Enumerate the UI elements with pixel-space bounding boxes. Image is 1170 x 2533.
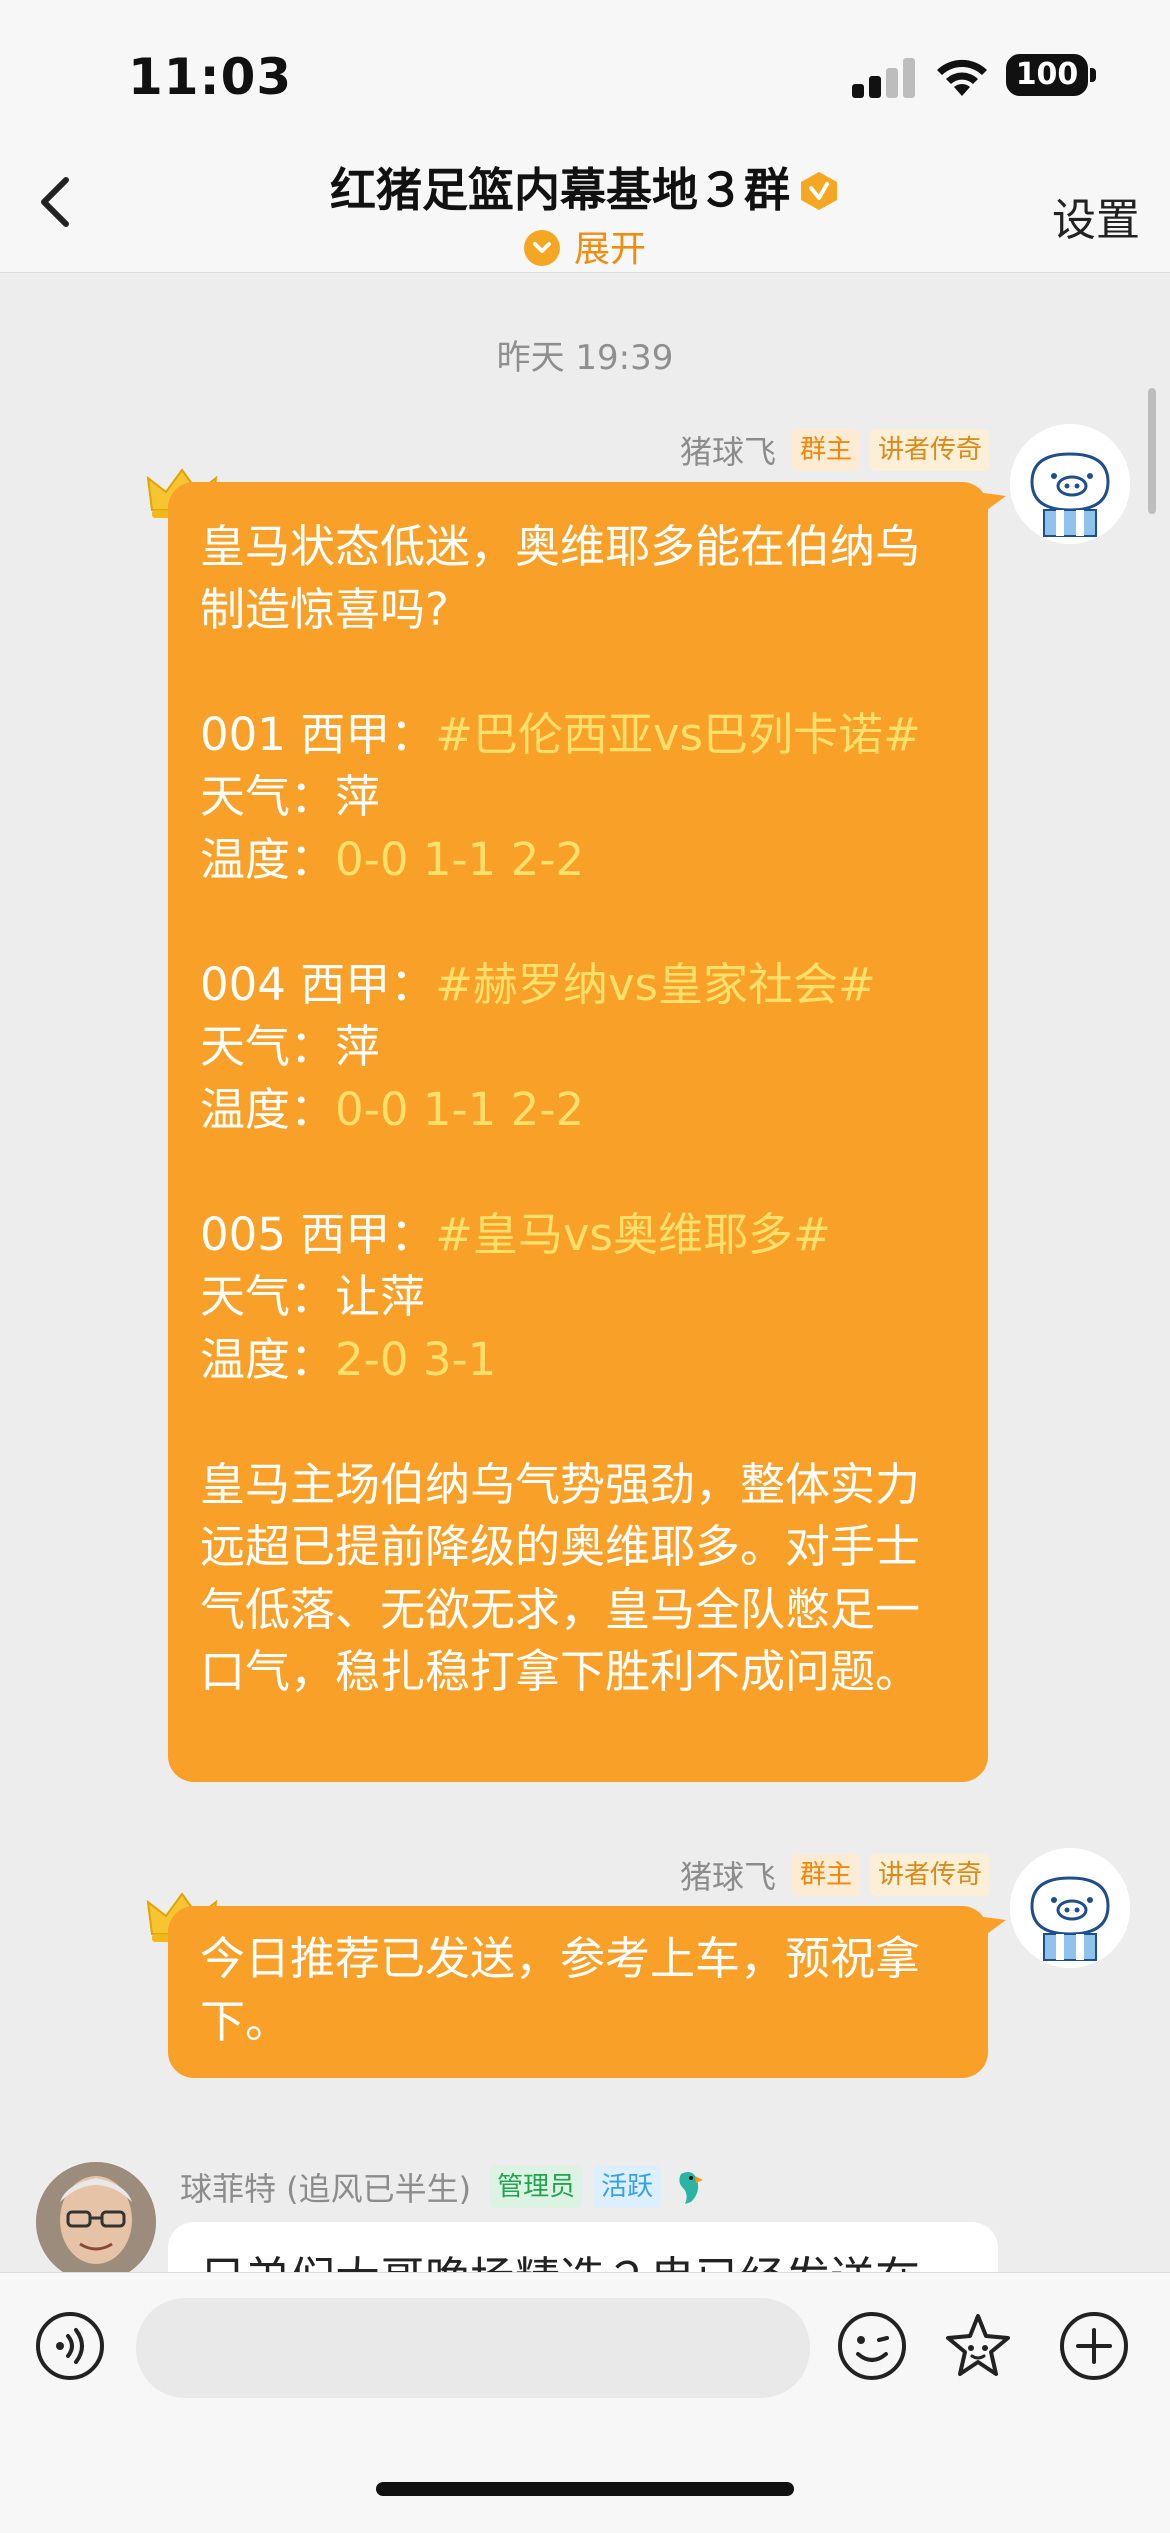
topic-hashtag-text[interactable]: 0-0 1-1 2-2 bbox=[335, 1083, 584, 1136]
legend-tag: 讲者传奇 bbox=[869, 1854, 990, 1896]
message-input[interactable] bbox=[136, 2298, 810, 2398]
admin-tag: 管理员 bbox=[489, 2166, 584, 2208]
settings-button[interactable]: 设置 bbox=[1052, 184, 1140, 248]
plus-icon[interactable] bbox=[1058, 2310, 1130, 2382]
pig-avatar-icon bbox=[1010, 1848, 1130, 1968]
star-sticker-icon[interactable] bbox=[942, 2310, 1014, 2382]
bubble-tail bbox=[976, 492, 1006, 518]
message-text: 005 西甲： bbox=[200, 1207, 436, 1261]
emoji-icon[interactable] bbox=[836, 2310, 908, 2382]
message-bubble[interactable]: 皇马状态低迷，奥维耶多能在伯纳乌制造惊喜吗? 001 西甲：#巴伦西亚vs巴列卡… bbox=[168, 482, 988, 1782]
topic-hashtag-text[interactable]: 2-0 3-1 bbox=[335, 1333, 496, 1386]
topic-hashtag-text[interactable]: #皇马vs奥维耶多# bbox=[435, 1208, 831, 1261]
expand-label: 展开 bbox=[573, 229, 646, 270]
avatar[interactable] bbox=[1010, 424, 1130, 544]
scrollbar[interactable] bbox=[1148, 388, 1156, 514]
person-avatar-icon bbox=[36, 2162, 156, 2282]
owner-tag: 群主 bbox=[791, 429, 860, 471]
cellular-signal-icon bbox=[852, 58, 916, 98]
owner-tag: 群主 bbox=[791, 1854, 860, 1896]
message-text: 今日推荐已发送，参考上车，预祝拿下。 bbox=[200, 1932, 921, 2048]
message-bubble[interactable]: 今日推荐已发送，参考上车，预祝拿下。 bbox=[168, 1906, 988, 2078]
pig-avatar-icon bbox=[1010, 424, 1130, 544]
parrot-icon bbox=[679, 2172, 704, 2204]
avatar[interactable] bbox=[1010, 1848, 1130, 1968]
message-text: 皇马主场伯纳乌气势强劲，整体实力远超已提前降级的奥维耶多。对手士气低落、无欲无求… bbox=[200, 1457, 921, 1699]
status-time: 11:03 bbox=[128, 48, 293, 106]
group-title: 红猪足篮内幕基地３群 bbox=[330, 163, 790, 217]
expand-button[interactable]: 展开 bbox=[0, 220, 1170, 272]
sender-name: 猪球飞 bbox=[679, 433, 776, 471]
chat-title-area[interactable]: 红猪足篮内幕基地３群 bbox=[0, 150, 1170, 220]
sender-row: 猪球飞 群主 讲者传奇 bbox=[680, 1852, 990, 1898]
sender-name: 猪球飞 bbox=[679, 1858, 776, 1896]
home-indicator bbox=[376, 2482, 794, 2496]
topic-hashtag-text[interactable]: #巴伦西亚vs巴列卡诺# bbox=[435, 708, 921, 761]
verified-badge-icon bbox=[801, 172, 837, 210]
message-timestamp: 昨天 19:39 bbox=[496, 338, 674, 378]
status-bar: 11:03 100 bbox=[0, 0, 1170, 150]
sender-row: 猪球飞 群主 讲者传奇 bbox=[680, 427, 990, 473]
battery-icon: 100 bbox=[1006, 54, 1088, 96]
topic-hashtag-text[interactable]: #赫罗纳vs皇家社会# bbox=[435, 958, 876, 1011]
sender-row: 球菲特 (追风已半生) 管理员 活跃 bbox=[180, 2164, 705, 2210]
battery-tip bbox=[1090, 68, 1096, 82]
sender-name: 球菲特 (追风已半生) bbox=[180, 2170, 472, 2208]
nav-bar: 红猪足篮内幕基地３群 展开 设置 bbox=[0, 150, 1170, 273]
wifi-icon bbox=[937, 59, 987, 96]
voice-icon[interactable] bbox=[34, 2310, 106, 2382]
bubble-tail bbox=[976, 1916, 1006, 1942]
message-text: 004 西甲： bbox=[200, 957, 436, 1011]
chevron-down-icon bbox=[523, 230, 560, 266]
legend-tag: 讲者传奇 bbox=[869, 429, 990, 471]
topic-hashtag-text[interactable]: 0-0 1-1 2-2 bbox=[335, 833, 584, 886]
avatar[interactable] bbox=[36, 2162, 156, 2282]
active-tag: 活跃 bbox=[593, 2166, 662, 2208]
